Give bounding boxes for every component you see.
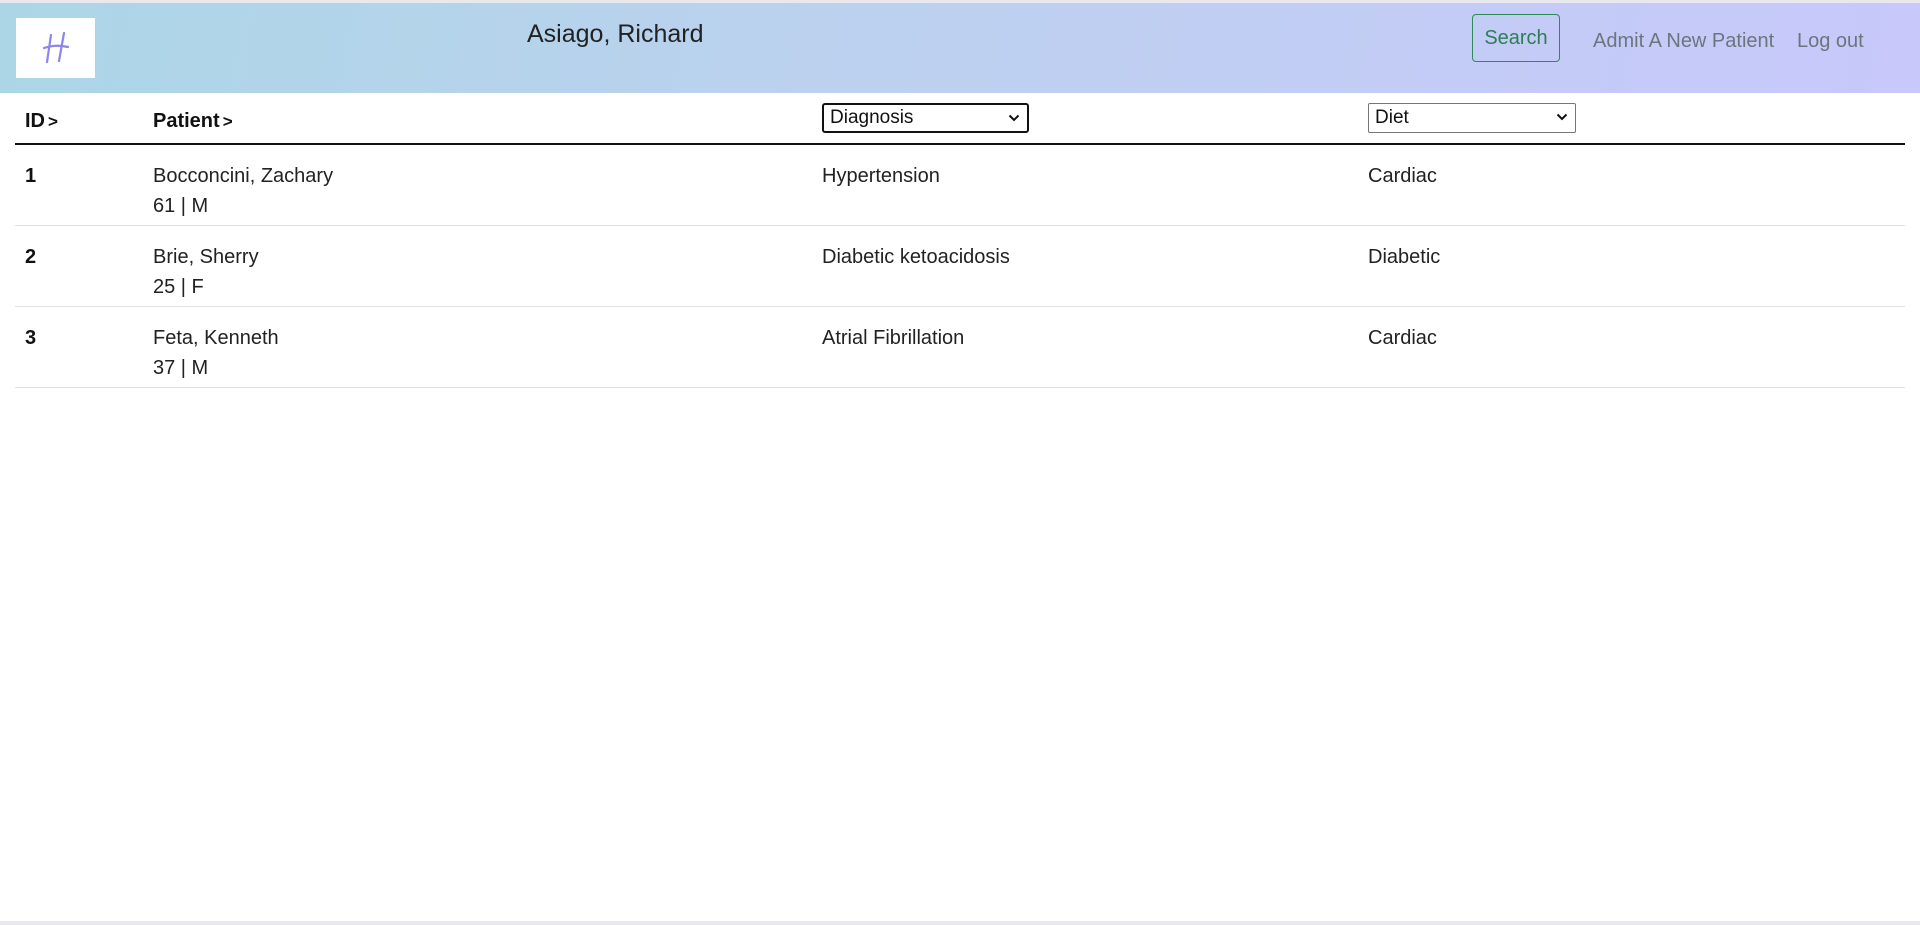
current-user-name: Asiago, Richard [527,20,704,48]
admit-new-patient-link[interactable]: Admit A New Patient [1593,30,1774,53]
patient-diagnosis: Atrial Fibrillation [822,327,965,349]
table-row[interactable]: 3 Feta, Kenneth 37 | M Atrial Fibrillati… [15,307,1905,388]
patient-header-label: Patient [153,110,220,132]
patient-diet: Cardiac [1368,327,1437,349]
chevron-down-icon [1008,114,1020,122]
hospital-logo-icon [42,31,69,64]
patient-id: 2 [25,246,37,268]
patient-diet: Cardiac [1368,165,1437,187]
search-button[interactable]: Search [1472,14,1560,62]
patient-cell: Feta, Kenneth 37 | M [153,323,279,383]
logo[interactable] [16,18,95,78]
diagnosis-filter-select[interactable]: Diagnosis [822,103,1029,133]
id-column-header[interactable]: ID > [25,110,58,133]
patient-name: Bocconcini, Zachary [153,165,334,187]
patient-age-sex: 37 | M [153,357,209,379]
table-row[interactable]: 1 Bocconcini, Zachary 61 | M Hypertensio… [15,145,1905,226]
patient-cell: Bocconcini, Zachary 61 | M [153,161,333,221]
id-sort-indicator: > [48,112,58,131]
table-header: ID > Patient > Diagnosis Diet [15,93,1905,145]
id-header-label: ID [25,110,45,132]
bottom-border [0,921,1920,925]
patient-name: Feta, Kenneth [153,327,279,349]
table-row[interactable]: 2 Brie, Sherry 25 | F Diabetic ketoacido… [15,226,1905,307]
diet-select-value: Diet [1375,107,1409,128]
diagnosis-select-value: Diagnosis [830,107,914,128]
patient-cell: Brie, Sherry 25 | F [153,242,259,302]
patient-sort-indicator: > [222,112,233,131]
patient-age-sex: 61 | M [153,195,209,217]
patient-age-sex: 25 | F [153,276,204,298]
patient-table: ID > Patient > Diagnosis Diet 1 Bocconcini… [15,93,1905,388]
logout-link[interactable]: Log out [1797,30,1864,53]
chevron-down-icon [1556,113,1568,121]
patient-column-header[interactable]: Patient > [153,110,233,133]
patient-diagnosis: Hypertension [822,165,940,187]
patient-diet: Diabetic [1368,246,1441,268]
patient-name: Brie, Sherry [153,246,259,268]
patient-id: 3 [25,327,37,349]
patient-id: 1 [25,165,37,187]
patient-diagnosis: Diabetic ketoacidosis [822,246,1010,268]
app-header: Asiago, Richard Search Admit A New Patie… [0,3,1920,93]
diet-filter-select[interactable]: Diet [1368,103,1576,133]
